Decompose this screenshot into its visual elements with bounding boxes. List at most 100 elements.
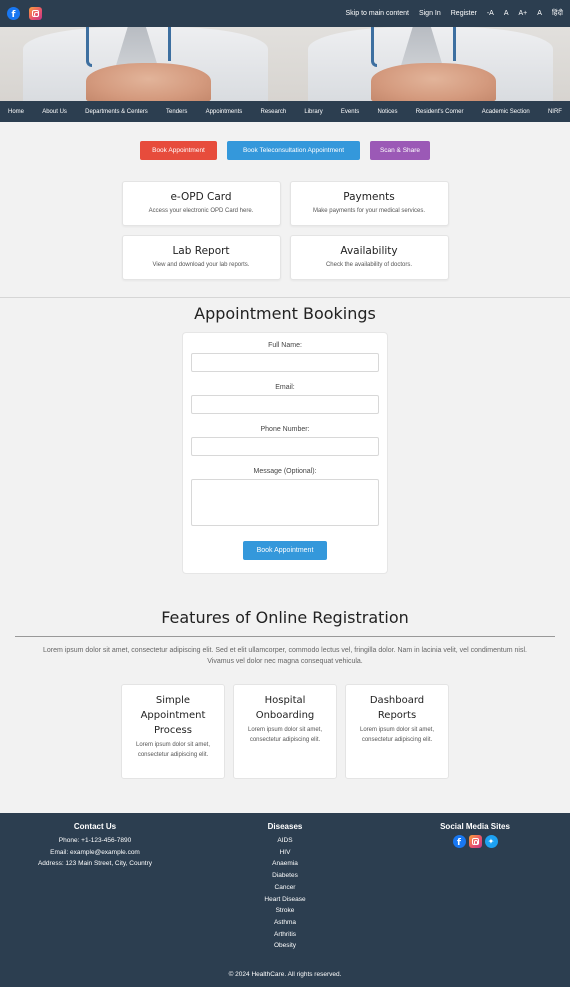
submit-booking-button[interactable]: Book Appointment [243,541,327,560]
nav-item-appointments[interactable]: Appointments [206,109,243,115]
nav-item-about-us[interactable]: About Us [42,109,67,115]
nav-item-academic-section[interactable]: Academic Section [482,109,530,115]
facebook-icon[interactable]: f [452,835,466,848]
copyright-text: © 2024 HealthCare. All rights reserved. [228,971,342,978]
service-cards: e-OPD Card Access your electronic OPD Ca… [0,181,570,280]
contact-heading: Contact Us [73,822,117,831]
feature-card: Simple Appointment Process Lorem ipsum d… [121,684,225,779]
disease-link[interactable]: AIDS [190,835,380,847]
service-card-title: Availability [340,245,398,257]
section-divider [0,297,570,298]
nav-item-library[interactable]: Library [304,109,322,115]
hindi-language-link[interactable]: हिंदी [552,9,563,18]
main-content: Book Appointment Book Teleconsultation A… [0,141,570,779]
footer-diseases: Diseases AIDS HIV Anaemia Diabetes Cance… [190,822,380,952]
hero-image [285,27,570,101]
twitter-icon[interactable]: ✦ [484,835,498,848]
book-appointment-button[interactable]: Book Appointment [140,141,217,160]
register-link[interactable]: Register [451,10,477,17]
disease-link[interactable]: Cancer [190,882,380,894]
nav-item-events[interactable]: Events [341,109,359,115]
full-name-label: Full Name: [268,342,302,349]
normal-font-button[interactable]: A [504,10,509,17]
nav-item-departments-centers[interactable]: Departments & Centers [85,109,148,115]
diseases-heading: Diseases [267,822,303,831]
features-description: Lorem ipsum dolor sit amet, consectetur … [43,647,527,665]
phone-number-label: Phone Number: [260,426,310,433]
top-social-links: f [7,7,42,20]
disease-link[interactable]: Heart Disease [190,894,380,906]
feature-card-title: Simple Appointment Process [140,695,206,736]
facebook-icon[interactable]: f [7,7,20,20]
message-label: Message (Optional): [253,468,317,475]
contrast-button[interactable]: A [537,10,542,17]
disease-link[interactable]: Asthma [190,917,380,929]
feature-card-description: Lorem ipsum dolor sit amet, consectetur … [135,742,211,758]
contact-email: Email: example@example.com [50,848,140,856]
disease-link[interactable]: Arthritis [190,929,380,941]
service-card-payments[interactable]: Payments Make payments for your medical … [289,181,449,226]
service-card-description: Make payments for your medical services. [312,208,426,214]
feature-cards: Simple Appointment Process Lorem ipsum d… [0,684,570,779]
contact-address: Address: 123 Main Street, City, Country [37,860,153,868]
feature-card: Hospital Onboarding Lorem ipsum dolor si… [233,684,337,779]
nav-item-nirf[interactable]: NIRF [548,109,562,115]
nav-item-tenders[interactable]: Tenders [166,109,187,115]
disease-link[interactable]: Anaemia [190,858,380,870]
appointment-form: Full Name: Email: Phone Number: Message … [182,332,388,574]
service-card-lab-report[interactable]: Lab Report View and download your lab re… [121,235,281,280]
disease-link[interactable]: Diabetes [190,870,380,882]
appointment-booking-section: Appointment Bookings Full Name: Email: P… [0,304,570,574]
features-divider [15,636,555,637]
increase-font-button[interactable]: A+ [519,10,528,17]
site-footer: Contact Us Phone: +1-123-456-7890 Email:… [0,813,570,987]
full-name-input[interactable] [191,353,379,372]
disease-link[interactable]: HIV [190,847,380,859]
instagram-icon[interactable] [29,7,42,20]
hero-banner [0,27,570,101]
nav-item-residents-corner[interactable]: Resident's Corner [416,109,464,115]
hero-image [0,27,285,101]
skip-to-main-content-link[interactable]: Skip to main content [346,10,409,17]
service-card-title: Lab Report [172,245,230,257]
feature-card-title: Hospital Onboarding [255,695,315,721]
footer-social-icons: f ✦ [380,835,570,848]
instagram-icon[interactable] [468,835,482,848]
sign-in-link[interactable]: Sign In [419,10,441,17]
social-heading: Social Media Sites [440,822,510,831]
contact-phone: Phone: +1-123-456-7890 [58,837,132,844]
footer-social: Social Media Sites f ✦ [380,822,570,952]
disease-link[interactable]: Stroke [190,905,380,917]
main-navigation: Home About Us Departments & Centers Tend… [0,101,570,122]
nav-item-research[interactable]: Research [260,109,286,115]
features-section: Features of Online Registration Lorem ip… [0,608,570,779]
decrease-font-button[interactable]: -A [487,10,494,17]
message-textarea[interactable] [191,479,379,526]
service-card-availability[interactable]: Availability Check the availability of d… [289,235,449,280]
scan-share-button[interactable]: Scan & Share [370,141,430,160]
service-card-title: e-OPD Card [170,191,232,203]
feature-card-title: Dashboard Reports [369,695,425,721]
service-card-description: Access your electronic OPD Card here. [148,208,254,214]
feature-card: Dashboard Reports Lorem ipsum dolor sit … [345,684,449,779]
book-teleconsultation-button[interactable]: Book Teleconsultation Appointment [227,141,360,160]
quick-actions: Book Appointment Book Teleconsultation A… [0,141,570,160]
top-bar: f Skip to main content Sign In Register … [0,0,570,27]
feature-card-description: Lorem ipsum dolor sit amet, consectetur … [359,727,435,743]
feature-card-description: Lorem ipsum dolor sit amet, consectetur … [247,727,323,743]
features-title: Features of Online Registration [161,608,409,627]
nav-item-home[interactable]: Home [8,109,24,115]
utility-links: Skip to main content Sign In Register -A… [346,9,563,18]
nav-item-notices[interactable]: Notices [377,109,397,115]
email-label: Email: [275,384,295,391]
phone-number-input[interactable] [191,437,379,456]
service-card-title: Payments [343,191,395,203]
service-card-description: View and download your lab reports. [152,262,250,268]
booking-title: Appointment Bookings [194,304,376,323]
service-card-e-opd[interactable]: e-OPD Card Access your electronic OPD Ca… [121,181,281,226]
disease-link[interactable]: Obesity [190,940,380,952]
service-card-description: Check the availability of doctors. [325,262,413,268]
email-input[interactable] [191,395,379,414]
diseases-list: AIDS HIV Anaemia Diabetes Cancer Heart D… [190,835,380,952]
footer-contact: Contact Us Phone: +1-123-456-7890 Email:… [0,822,190,952]
